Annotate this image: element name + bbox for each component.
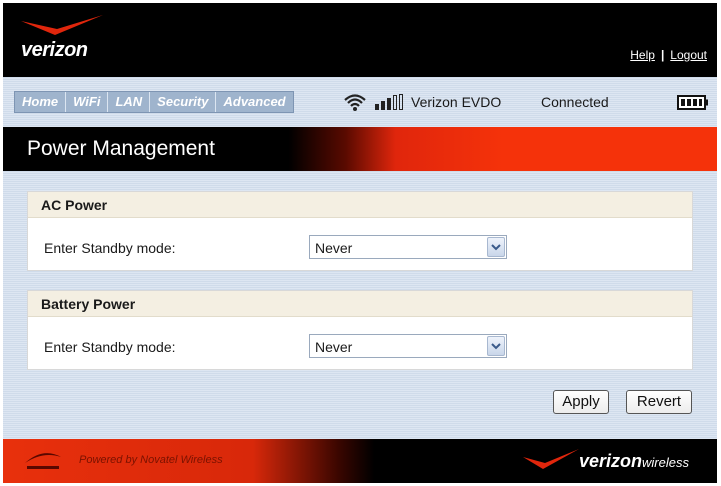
nav-tabs: Home WiFi LAN Security Advanced [14, 91, 294, 113]
battery-power-heading: Battery Power [28, 291, 692, 317]
ac-power-panel: AC Power Enter Standby mode: Never [27, 191, 693, 271]
ac-standby-value: Never [315, 240, 353, 256]
app-frame: verizon Help | Logout Home WiFi LAN Securi… [3, 3, 717, 483]
signal-strength-icon [375, 94, 403, 110]
header: verizon Help | Logout [3, 3, 717, 77]
tab-security[interactable]: Security [150, 92, 217, 112]
header-links: Help | Logout [630, 48, 707, 62]
battery-standby-value: Never [315, 339, 353, 355]
link-separator: | [660, 48, 665, 62]
tab-advanced[interactable]: Advanced [216, 92, 292, 112]
logo-text: verizon [21, 39, 88, 61]
verizon-wireless-text: verizonwireless [579, 451, 689, 472]
logout-link[interactable]: Logout [670, 48, 707, 62]
battery-standby-dropdown-button[interactable] [487, 336, 505, 356]
novatel-logo-icon [25, 453, 61, 469]
ac-standby-select[interactable]: Never [309, 235, 507, 259]
help-link[interactable]: Help [630, 48, 655, 62]
brand-sub: wireless [642, 455, 689, 470]
verizon-wireless-logo: verizonwireless [517, 445, 713, 477]
ac-standby-label: Enter Standby mode: [44, 240, 176, 256]
chevron-down-icon [491, 244, 501, 251]
powered-by-text: Powered by Novatel Wireless [79, 454, 223, 466]
apply-button[interactable]: Apply [553, 390, 609, 414]
ac-standby-dropdown-button[interactable] [487, 237, 505, 257]
connection-status: Connected [541, 94, 609, 110]
tab-wifi[interactable]: WiFi [66, 92, 109, 112]
ac-power-heading: AC Power [28, 192, 692, 218]
title-bar: Power Management [3, 127, 717, 171]
tab-home[interactable]: Home [15, 92, 67, 112]
battery-icon [677, 95, 708, 110]
network-status: Verizon EVDO [343, 91, 501, 113]
brand-main: verizon [579, 451, 643, 471]
revert-button[interactable]: Revert [626, 390, 692, 414]
battery-standby-select[interactable]: Never [309, 334, 507, 358]
verizon-check-icon [523, 449, 579, 469]
footer: Powered by Novatel Wireless verizonwirel… [3, 439, 717, 483]
battery-power-panel: Battery Power Enter Standby mode: Never [27, 290, 693, 370]
nav-bar: Home WiFi LAN Security Advanced Verizon … [3, 77, 717, 127]
tab-lan[interactable]: LAN [108, 92, 151, 112]
chevron-down-icon [491, 343, 501, 350]
battery-standby-label: Enter Standby mode: [44, 339, 176, 355]
verizon-logo: verizon [17, 13, 107, 63]
wifi-icon [344, 94, 366, 111]
page-title: Power Management [27, 137, 215, 160]
network-name: Verizon EVDO [411, 94, 502, 110]
content-area: AC Power Enter Standby mode: Never Batte… [3, 171, 717, 439]
